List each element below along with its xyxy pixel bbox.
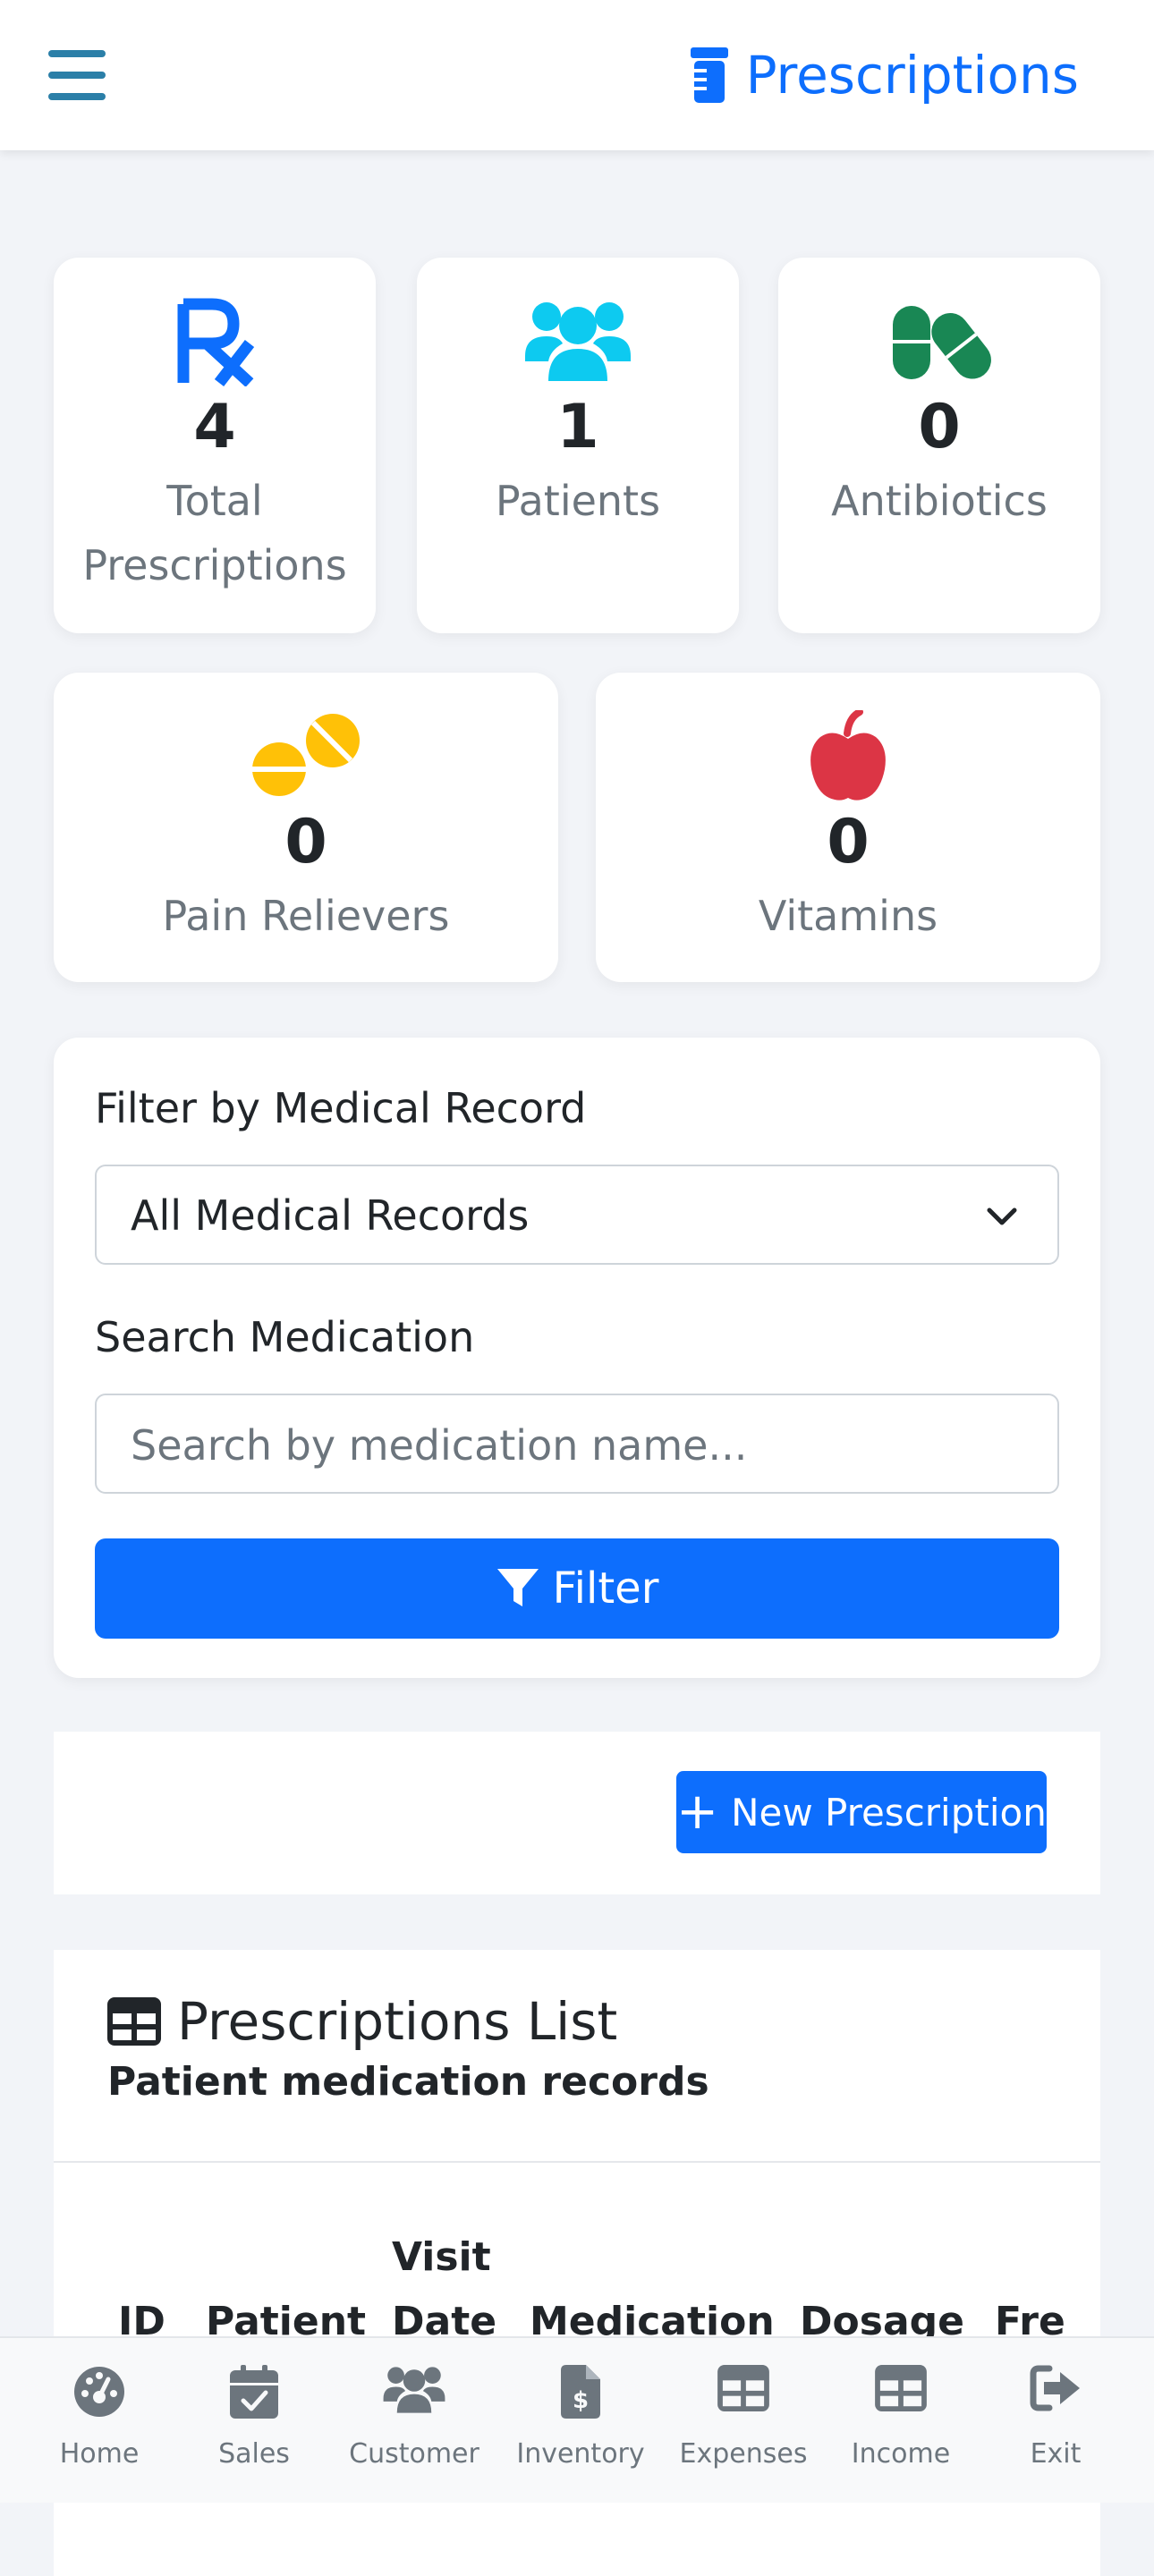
- stat-card-total-prescriptions: 4 Total Prescriptions: [54, 258, 376, 633]
- stat-value: 0: [284, 807, 327, 877]
- rx-icon: [177, 298, 255, 386]
- search-medication-label: Search Medication: [95, 1313, 475, 1361]
- new-prescription-label: New Prescription: [731, 1790, 1047, 1835]
- sign-out-icon: [1030, 2365, 1080, 2411]
- plus-icon: +: [676, 1783, 719, 1841]
- nav-label: Home: [59, 2438, 140, 2470]
- nav-home[interactable]: Home: [32, 2338, 166, 2503]
- nav-inventory[interactable]: $ Inventory: [513, 2338, 648, 2503]
- top-bar: Prescriptions: [0, 0, 1154, 150]
- svg-text:$: $: [573, 2387, 589, 2414]
- page-title: Prescriptions: [745, 45, 1079, 106]
- stat-label: Vitamins: [758, 892, 938, 940]
- stat-label: Patients: [495, 477, 661, 525]
- stat-value: 1: [556, 392, 599, 462]
- stat-label: Pain Relievers: [162, 892, 450, 940]
- search-input[interactable]: [129, 1413, 1009, 1478]
- medical-record-label: Filter by Medical Record: [95, 1084, 587, 1132]
- tablets-icon: [252, 714, 360, 796]
- nav-expenses[interactable]: Expenses: [676, 2338, 810, 2503]
- nav-label: Customer: [349, 2438, 479, 2470]
- table-icon: [875, 2365, 927, 2411]
- stat-value: 0: [827, 807, 870, 877]
- nav-label: Sales: [218, 2438, 290, 2470]
- table-icon: [107, 1997, 161, 2046]
- calendar-check-icon: [230, 2365, 278, 2419]
- users-icon: [383, 2367, 445, 2413]
- list-subtitle: Patient medication records: [107, 2059, 709, 2105]
- list-title: Prescriptions List: [177, 1991, 618, 2052]
- medical-record-selected: All Medical Records: [131, 1191, 530, 1240]
- nav-sales[interactable]: Sales: [187, 2338, 321, 2503]
- nav-exit[interactable]: Exit: [989, 2338, 1123, 2503]
- nav-label: Expenses: [679, 2438, 808, 2470]
- nav-income[interactable]: Income: [834, 2338, 968, 2503]
- stat-card-pain-relievers: 0 Pain Relievers: [54, 673, 558, 982]
- bottom-nav: Home Sales Customer $ Inventory Expenses…: [0, 2336, 1154, 2503]
- prescription-bottle-icon: [690, 47, 728, 103]
- hamburger-menu-icon[interactable]: [48, 50, 106, 100]
- stat-value: 4: [193, 392, 236, 462]
- capsules-icon: [893, 306, 991, 379]
- page-title-group: Prescriptions: [690, 45, 1079, 106]
- apple-icon: [810, 710, 886, 801]
- filter-button-label: Filter: [552, 1563, 659, 1614]
- list-header: Prescriptions List Patient medication re…: [54, 1950, 1100, 2163]
- stat-card-antibiotics: 0 Antibiotics: [778, 258, 1100, 633]
- stat-card-patients: 1 Patients: [417, 258, 739, 633]
- stat-value: 0: [918, 392, 961, 462]
- action-bar: + New Prescription: [54, 1732, 1100, 1894]
- new-prescription-button[interactable]: + New Prescription: [676, 1771, 1047, 1853]
- stat-label: Prescriptions: [82, 541, 347, 589]
- table-icon: [717, 2365, 769, 2411]
- nav-label: Income: [851, 2438, 951, 2470]
- dashboard-icon: [74, 2367, 124, 2417]
- nav-label: Inventory: [516, 2438, 645, 2470]
- nav-customer[interactable]: Customer: [347, 2338, 481, 2503]
- stat-card-vitamins: 0 Vitamins: [596, 673, 1100, 982]
- file-invoice-dollar-icon: $: [561, 2365, 600, 2419]
- filter-button[interactable]: Filter: [95, 1538, 1059, 1639]
- filter-icon: [496, 1569, 539, 1606]
- stat-label: Antibiotics: [831, 477, 1048, 525]
- nav-label: Exit: [1030, 2438, 1082, 2470]
- list-title-group: Prescriptions List: [107, 1991, 617, 2052]
- stat-label: Total: [166, 477, 263, 525]
- column-header-visit[interactable]: Visit: [392, 2234, 491, 2280]
- search-medication-field[interactable]: [95, 1394, 1059, 1494]
- medical-record-select[interactable]: All Medical Records: [95, 1165, 1059, 1265]
- users-icon: [525, 302, 631, 381]
- chevron-down-icon: [987, 1208, 1017, 1225]
